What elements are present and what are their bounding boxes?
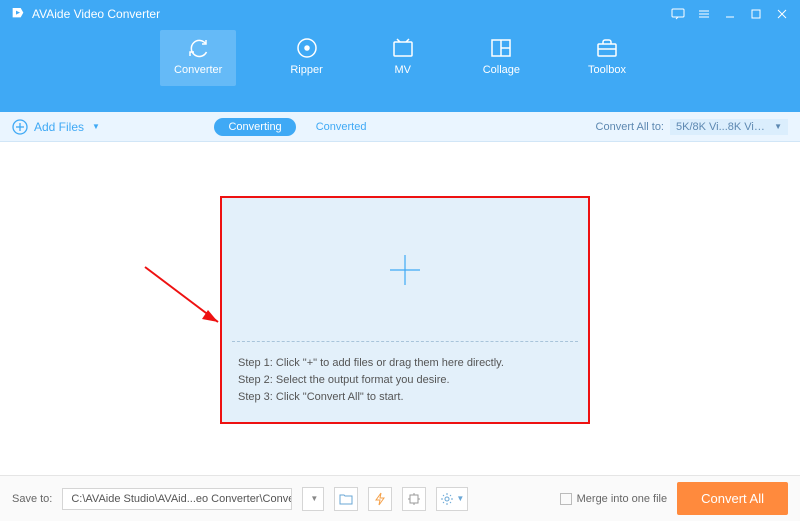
tab-converting[interactable]: Converting bbox=[214, 118, 295, 136]
convert-all-to-label: Convert All to: bbox=[596, 121, 664, 133]
add-files-label: Add Files bbox=[34, 120, 84, 134]
chip-icon bbox=[407, 492, 421, 506]
nav-label: Collage bbox=[483, 64, 520, 76]
close-icon[interactable] bbox=[770, 4, 794, 24]
chevron-down-icon: ▼ bbox=[774, 122, 782, 131]
output-format-select[interactable]: 5K/8K Vi...8K Videc ▼ bbox=[670, 119, 788, 135]
settings-button[interactable]: ▼ bbox=[436, 487, 468, 511]
main-nav: Converter Ripper MV Collage Toolbox bbox=[0, 28, 800, 86]
tab-converted[interactable]: Converted bbox=[316, 121, 367, 133]
step-text: Step 2: Select the output format you des… bbox=[238, 374, 572, 386]
nav-collage[interactable]: Collage bbox=[469, 30, 534, 86]
menu-icon[interactable] bbox=[692, 4, 716, 24]
convert-all-button[interactable]: Convert All bbox=[677, 482, 788, 515]
add-files-button[interactable]: Add Files ▼ bbox=[12, 119, 100, 135]
merge-label: Merge into one file bbox=[577, 493, 668, 505]
step-text: Step 1: Click "+" to add files or drag t… bbox=[238, 357, 572, 369]
drop-zone[interactable]: Step 1: Click "+" to add files or drag t… bbox=[220, 196, 590, 424]
lightning-icon bbox=[374, 492, 386, 506]
chevron-down-icon: ▼ bbox=[310, 494, 318, 503]
app-logo-icon bbox=[10, 6, 26, 22]
save-path-input[interactable]: C:\AVAide Studio\AVAid...eo Converter\Co… bbox=[62, 488, 292, 510]
annotation-arrow bbox=[140, 262, 230, 342]
feedback-icon[interactable] bbox=[666, 4, 690, 24]
app-header: AVAide Video Converter Converter Ripper … bbox=[0, 0, 800, 112]
gear-icon bbox=[440, 492, 454, 506]
mv-icon bbox=[391, 36, 415, 60]
chevron-down-icon: ▼ bbox=[456, 494, 464, 503]
titlebar: AVAide Video Converter bbox=[0, 0, 800, 28]
plus-icon bbox=[388, 253, 422, 287]
open-folder-button[interactable] bbox=[334, 487, 358, 511]
nav-toolbox[interactable]: Toolbox bbox=[574, 30, 640, 86]
sub-toolbar: Add Files ▼ Converting Converted Convert… bbox=[0, 112, 800, 142]
instructions: Step 1: Click "+" to add files or drag t… bbox=[222, 342, 588, 422]
nav-converter[interactable]: Converter bbox=[160, 30, 236, 86]
main-canvas: Step 1: Click "+" to add files or drag t… bbox=[0, 142, 800, 475]
nav-label: MV bbox=[394, 64, 411, 76]
nav-label: Ripper bbox=[290, 64, 322, 76]
divider bbox=[232, 341, 578, 342]
nav-label: Toolbox bbox=[588, 64, 626, 76]
collage-icon bbox=[489, 36, 513, 60]
maximize-icon[interactable] bbox=[744, 4, 768, 24]
path-dropdown-button[interactable]: ▼ bbox=[302, 487, 324, 511]
drop-zone-add-area[interactable] bbox=[222, 198, 588, 342]
minimize-icon[interactable] bbox=[718, 4, 742, 24]
save-path-value: C:\AVAide Studio\AVAid...eo Converter\Co… bbox=[71, 493, 292, 505]
nav-label: Converter bbox=[174, 64, 222, 76]
save-to-label: Save to: bbox=[12, 493, 52, 505]
chevron-down-icon: ▼ bbox=[92, 122, 100, 131]
footer-bar: Save to: C:\AVAide Studio\AVAid...eo Con… bbox=[0, 475, 800, 521]
nav-ripper[interactable]: Ripper bbox=[276, 30, 336, 86]
checkbox-icon bbox=[560, 493, 572, 505]
app-title: AVAide Video Converter bbox=[32, 7, 160, 21]
speed-button[interactable] bbox=[368, 487, 392, 511]
step-text: Step 3: Click "Convert All" to start. bbox=[238, 391, 572, 403]
nav-mv[interactable]: MV bbox=[377, 30, 429, 86]
plus-circle-icon bbox=[12, 119, 28, 135]
folder-icon bbox=[339, 493, 353, 505]
gpu-button[interactable] bbox=[402, 487, 426, 511]
merge-checkbox[interactable]: Merge into one file bbox=[560, 493, 668, 505]
converter-icon bbox=[186, 36, 210, 60]
ripper-icon bbox=[295, 36, 319, 60]
format-value: 5K/8K Vi...8K Videc bbox=[676, 121, 768, 133]
toolbox-icon bbox=[595, 36, 619, 60]
